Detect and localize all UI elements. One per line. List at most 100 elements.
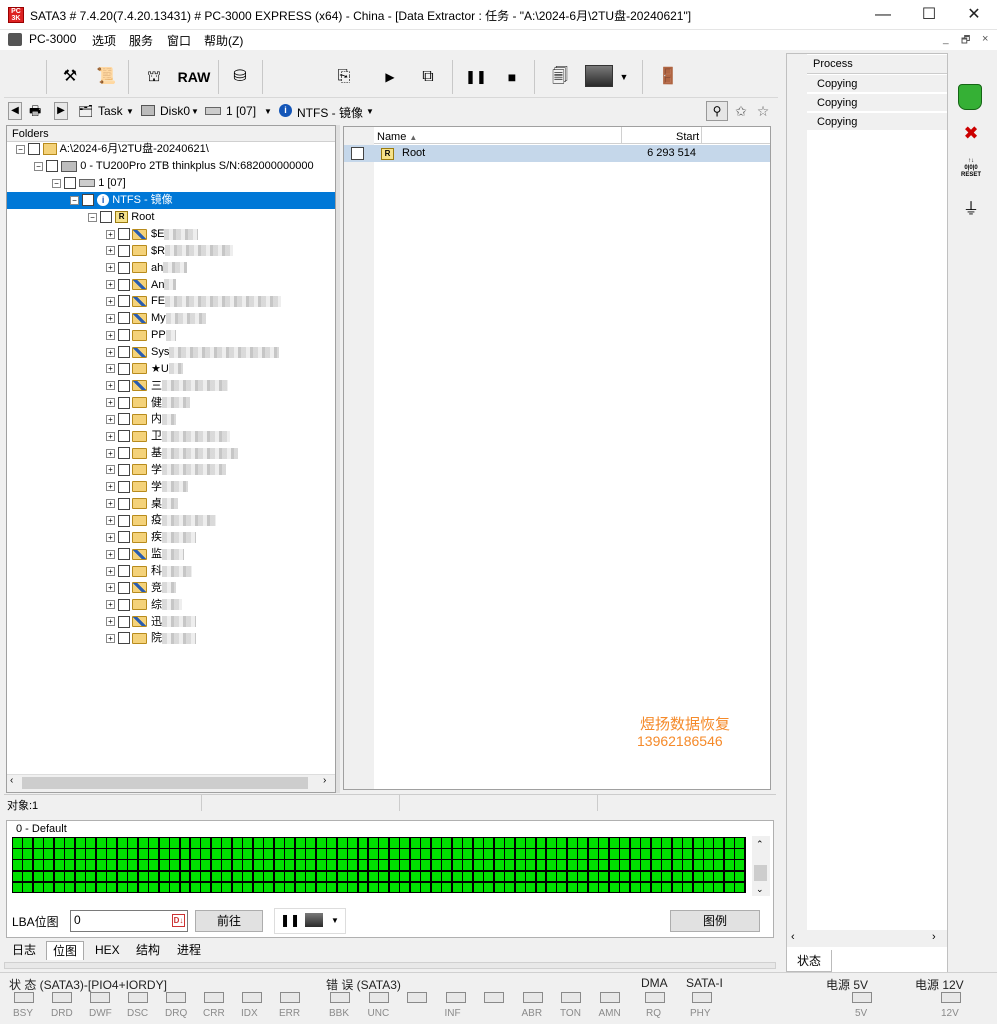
tree-folder-item[interactable]: + PP bbox=[106, 327, 176, 344]
checkbox[interactable] bbox=[46, 160, 59, 173]
minimize-button[interactable]: — bbox=[860, 0, 906, 30]
search-icon[interactable]: ⚲ bbox=[706, 101, 728, 121]
export-icon[interactable]: ⎘ bbox=[332, 64, 356, 90]
tree-root-path[interactable]: − A:\2024-6月\2TU盘-20240621\ bbox=[16, 141, 209, 158]
favorites-icon[interactable]: ✩ bbox=[730, 101, 752, 121]
expand-icon[interactable]: + bbox=[106, 482, 115, 492]
stop-icon[interactable]: ■ bbox=[500, 64, 524, 90]
binoculars-icon[interactable]: ⛫ bbox=[142, 64, 166, 90]
expand-icon[interactable]: + bbox=[106, 583, 115, 593]
checkbox[interactable] bbox=[118, 514, 130, 527]
tree-folder-item[interactable]: + $E bbox=[106, 226, 199, 243]
tree-folder-item[interactable]: + 学 bbox=[106, 462, 226, 479]
expand-icon[interactable]: + bbox=[106, 246, 115, 256]
checkbox[interactable] bbox=[118, 632, 130, 645]
tree-folder-item[interactable]: + 迅 bbox=[106, 614, 196, 631]
power-icon[interactable]: ⏚ bbox=[960, 198, 982, 222]
menu-help[interactable]: 帮助(Z) bbox=[204, 32, 243, 49]
mdi-restore-button[interactable]: 🗗 bbox=[961, 33, 970, 50]
column-divider[interactable] bbox=[701, 127, 702, 144]
expand-icon[interactable]: + bbox=[106, 263, 115, 273]
tab-bitmap[interactable]: 位图 bbox=[46, 941, 85, 960]
expand-icon[interactable]: + bbox=[106, 516, 115, 526]
chevron-down-icon[interactable]: ▼ bbox=[191, 107, 199, 116]
checkbox[interactable] bbox=[118, 531, 130, 544]
chevron-down-icon[interactable]: ▼ bbox=[331, 916, 339, 925]
expand-icon[interactable]: + bbox=[106, 280, 115, 290]
row-checkbox[interactable] bbox=[351, 147, 364, 160]
database-icon[interactable] bbox=[958, 84, 982, 110]
pause-icon[interactable]: ❚❚ bbox=[280, 913, 300, 927]
splitter[interactable] bbox=[4, 962, 776, 969]
tree-folder-item[interactable]: + ah bbox=[106, 260, 188, 277]
tree-folder-item[interactable]: + 科 bbox=[106, 563, 192, 580]
checkbox[interactable] bbox=[118, 261, 130, 274]
menu-pc3000[interactable]: PC-3000 bbox=[29, 32, 76, 46]
lba-bitmap-grid[interactable] bbox=[12, 837, 746, 893]
menu-window[interactable]: 窗口 bbox=[167, 32, 191, 49]
tree-folder-item[interactable]: + 综 bbox=[106, 597, 182, 614]
scroll-left-icon[interactable]: ‹ bbox=[791, 931, 795, 943]
column-name-header[interactable]: Name ▲ bbox=[377, 131, 417, 143]
collapse-icon[interactable]: − bbox=[88, 212, 97, 222]
checkbox[interactable] bbox=[118, 228, 130, 241]
collapse-icon[interactable]: − bbox=[52, 178, 61, 188]
expand-icon[interactable]: + bbox=[106, 633, 115, 643]
checkbox[interactable] bbox=[118, 413, 130, 426]
tree-folder-item[interactable]: + 三 bbox=[106, 378, 228, 395]
checkbox[interactable] bbox=[118, 430, 130, 443]
file-list-panel[interactable] bbox=[343, 126, 771, 790]
tree-folder-item[interactable]: + 卫 bbox=[106, 428, 230, 445]
checkbox[interactable] bbox=[118, 463, 130, 476]
checkbox[interactable] bbox=[118, 362, 130, 375]
checkbox[interactable] bbox=[118, 244, 130, 257]
scroll-thumb[interactable] bbox=[22, 777, 308, 789]
tab-status[interactable]: 状态 bbox=[786, 950, 832, 972]
breadcrumb-partition[interactable]: 1 [07] bbox=[226, 104, 256, 118]
expand-icon[interactable]: + bbox=[106, 532, 115, 542]
tree-folder-item[interactable]: + 内 bbox=[106, 411, 176, 428]
chevron-down-icon[interactable]: ▼ bbox=[264, 107, 272, 116]
lba-goto-icon[interactable]: D↓ bbox=[172, 914, 185, 927]
tree-copy-icon[interactable]: ⧉ bbox=[412, 64, 444, 90]
bitmap-view-icon[interactable] bbox=[305, 913, 323, 927]
scroll-right-icon[interactable]: › bbox=[323, 775, 326, 786]
legend-button[interactable]: 图例 bbox=[670, 910, 760, 932]
checkbox[interactable] bbox=[118, 581, 130, 594]
checkbox[interactable] bbox=[118, 329, 130, 342]
goto-button[interactable]: 前往 bbox=[195, 910, 263, 932]
tree-folder-item[interactable]: + 院 bbox=[106, 630, 196, 647]
tree-folder-item[interactable]: + ★U bbox=[106, 361, 183, 378]
menu-options[interactable]: 选项 bbox=[92, 32, 116, 49]
tree-folder-item[interactable]: + $R bbox=[106, 243, 234, 260]
checkbox[interactable] bbox=[100, 211, 113, 224]
raw-button[interactable]: RAW bbox=[176, 64, 212, 90]
windows-icon[interactable]: 🗐 bbox=[548, 64, 572, 90]
tree-folder-item[interactable]: + 基 bbox=[106, 445, 238, 462]
tab-structure[interactable]: 结构 bbox=[130, 941, 166, 960]
checkbox[interactable] bbox=[118, 565, 130, 578]
checkbox[interactable] bbox=[118, 615, 130, 628]
bitmap-view-icon[interactable] bbox=[585, 65, 613, 87]
tree-folder-item[interactable]: + An bbox=[106, 277, 177, 294]
expand-icon[interactable]: + bbox=[106, 465, 115, 475]
tree-folder-item[interactable]: + Sys bbox=[106, 344, 280, 361]
checkbox[interactable] bbox=[118, 278, 130, 291]
expand-icon[interactable]: + bbox=[106, 617, 115, 627]
breadcrumb-task[interactable]: Task bbox=[98, 104, 123, 118]
tree-partition[interactable]: − 1 [07] bbox=[52, 175, 126, 192]
breadcrumb-fs[interactable]: NTFS - 镜像 bbox=[297, 104, 363, 121]
expand-icon[interactable]: + bbox=[106, 566, 115, 576]
expand-icon[interactable]: + bbox=[106, 381, 115, 391]
collapse-icon[interactable]: − bbox=[16, 144, 25, 154]
checkbox[interactable] bbox=[118, 447, 130, 460]
checkbox[interactable] bbox=[118, 379, 130, 392]
back-button[interactable]: ◀ bbox=[8, 102, 22, 120]
tree-folder-item[interactable]: + 监 bbox=[106, 546, 184, 563]
expand-icon[interactable]: + bbox=[106, 229, 115, 239]
mdi-close-button[interactable]: × bbox=[982, 33, 988, 45]
scroll-down-icon[interactable]: ⌄ bbox=[756, 884, 764, 895]
expand-icon[interactable]: + bbox=[106, 330, 115, 340]
mdi-minimize-button[interactable]: _ bbox=[943, 34, 949, 45]
tree-folder-item[interactable]: + FE bbox=[106, 293, 282, 310]
